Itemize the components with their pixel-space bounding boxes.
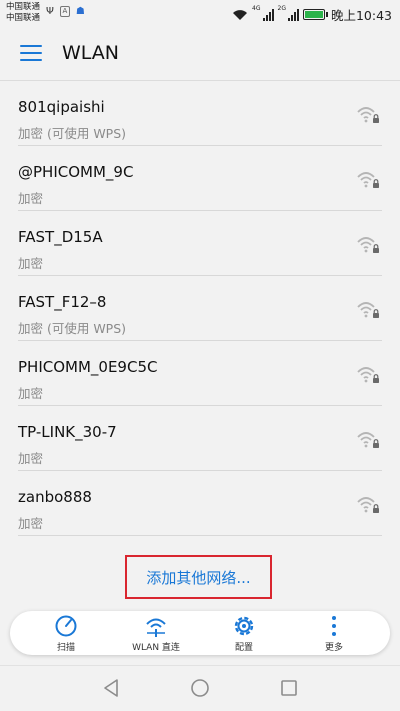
- wlan-direct-button[interactable]: WLAN 直连: [116, 611, 196, 655]
- home-icon[interactable]: [189, 677, 211, 699]
- more-button[interactable]: 更多: [294, 611, 374, 655]
- wifi-locked-icon: [357, 302, 379, 318]
- network-security: 加密 (可使用 WPS): [18, 321, 127, 336]
- signal-1-icon: [262, 8, 274, 21]
- network-security: 加密: [18, 516, 44, 531]
- menu-icon[interactable]: [20, 45, 42, 61]
- bottom-toolbar: 扫描 WLAN 直连 配置 更多: [10, 611, 390, 655]
- status-time: 晚上10:43: [330, 8, 392, 23]
- network-row[interactable]: zanbo888 加密: [0, 471, 400, 536]
- network-tag-1: 4G: [252, 5, 261, 12]
- network-ssid: 801qipaishi: [18, 98, 105, 116]
- battery-fill: [304, 11, 323, 18]
- wlan-direct-label: WLAN 直连: [132, 643, 180, 653]
- wifi-locked-icon: [357, 237, 379, 253]
- network-row[interactable]: PHICOMM_0E9C5C 加密: [0, 341, 400, 406]
- network-row[interactable]: TP-LINK_30-7 加密: [0, 406, 400, 471]
- config-label: 配置: [234, 643, 253, 653]
- more-label: 更多: [324, 643, 343, 653]
- network-tag-2: 2G: [277, 5, 286, 12]
- network-row[interactable]: FAST_D15A 加密: [0, 211, 400, 276]
- signal-2-icon: [287, 8, 299, 21]
- network-security: 加密: [18, 191, 44, 206]
- scan-icon: [55, 615, 77, 637]
- scan-button[interactable]: 扫描: [26, 611, 106, 655]
- back-icon[interactable]: [100, 677, 122, 699]
- carrier-labels: 中国联通 中国联通: [6, 2, 40, 24]
- wifi-locked-icon: [357, 432, 379, 448]
- network-ssid: TP-LINK_30-7: [18, 423, 117, 441]
- wlan-direct-icon: [146, 618, 166, 637]
- network-ssid: @PHICOMM_9C: [18, 163, 134, 181]
- notification-icons: Ψ A ☗: [46, 6, 85, 17]
- wifi-locked-icon: [357, 367, 379, 383]
- network-row[interactable]: FAST_F12–8 加密 (可使用 WPS): [0, 276, 400, 341]
- page-title: WLAN: [62, 42, 120, 64]
- config-button[interactable]: 配置: [204, 611, 284, 655]
- network-list: 801qipaishi 加密 (可使用 WPS) @PHICOMM_9C 加密 …: [0, 80, 400, 545]
- status-right: 4G 2G 晚上10:43: [232, 5, 392, 24]
- wifi-locked-icon: [357, 107, 379, 123]
- app-bar: WLAN: [0, 28, 400, 78]
- status-bar: 中国联通 中国联通 Ψ A ☗ 4G 2G 晚上10:43: [0, 0, 400, 28]
- scan-label: 扫描: [56, 643, 75, 653]
- system-nav-bar: [0, 665, 400, 711]
- wifi-status-icon: [233, 9, 248, 20]
- wifi-locked-icon: [357, 172, 379, 188]
- network-security: 加密: [18, 451, 44, 466]
- network-security: 加密: [18, 256, 44, 271]
- add-network-button[interactable]: 添加其他网络...: [125, 555, 272, 599]
- network-ssid: PHICOMM_0E9C5C: [18, 358, 158, 376]
- network-security: 加密: [18, 386, 44, 401]
- gear-icon: [234, 616, 254, 636]
- network-row[interactable]: 801qipaishi 加密 (可使用 WPS): [0, 81, 400, 146]
- carrier-2: 中国联通: [6, 13, 41, 23]
- network-ssid: FAST_D15A: [18, 228, 103, 246]
- network-row[interactable]: @PHICOMM_9C 加密: [0, 146, 400, 211]
- battery-icon: [302, 9, 328, 20]
- network-ssid: FAST_F12–8: [18, 293, 107, 311]
- usb-icon: Ψ: [46, 6, 54, 17]
- wifi-locked-icon: [357, 497, 379, 513]
- more-vertical-icon: [332, 616, 336, 636]
- network-security: 加密 (可使用 WPS): [18, 126, 127, 141]
- app-notification-icon: ☗: [75, 6, 85, 17]
- carrier-1: 中国联通: [6, 2, 41, 12]
- recents-icon[interactable]: [278, 677, 300, 699]
- notification-a-icon: A: [59, 6, 70, 17]
- network-ssid: zanbo888: [18, 488, 92, 506]
